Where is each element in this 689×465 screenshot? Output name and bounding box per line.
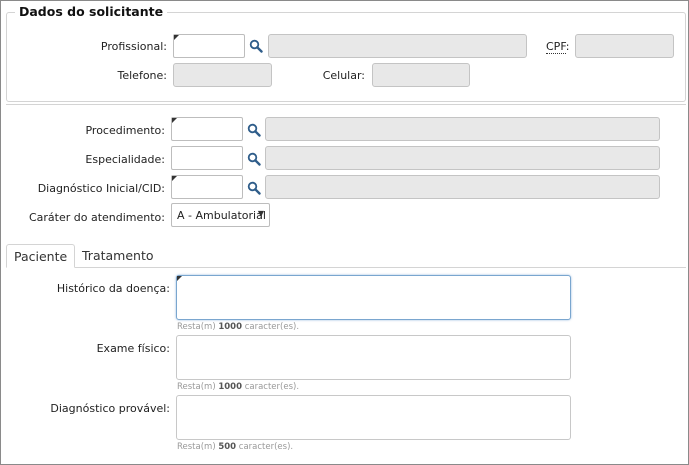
profissional-code-input[interactable] xyxy=(173,34,245,58)
exame-hint-pre: Resta(m) xyxy=(177,382,219,392)
diagnostico-provavel-label: Diagnóstico provável: xyxy=(50,402,170,415)
exame-hint-post: caracter(es). xyxy=(242,382,300,392)
diagnostico-cid-input[interactable] xyxy=(171,175,243,199)
especialidade-name-field xyxy=(265,146,660,170)
cpf-field xyxy=(575,34,674,58)
diagnostico-hint: Resta(m) 500 caracter(es). xyxy=(177,442,293,452)
celular-label: Celular: xyxy=(322,69,365,82)
diagnostico-cid-label: Diagnóstico Inicial/CID: xyxy=(37,182,165,195)
exame-textarea[interactable] xyxy=(176,335,571,380)
tab-paciente[interactable]: Paciente xyxy=(6,244,76,268)
cpf-label: CPF: xyxy=(546,40,570,54)
chevron-down-icon: ▼ xyxy=(257,209,264,218)
carater-label: Caráter do atendimento: xyxy=(28,211,165,224)
diagnostico-provavel-textarea[interactable] xyxy=(176,395,571,440)
form-window: Dados do solicitante Profissional: CPF: … xyxy=(0,0,689,465)
cpf-colon: : xyxy=(565,40,570,53)
especialidade-code-input[interactable] xyxy=(171,146,243,170)
cpf-abbr: CPF xyxy=(546,40,566,54)
historico-hint-pre: Resta(m) xyxy=(177,322,219,332)
diagnostico-hint-post: caracter(es). xyxy=(236,442,294,452)
procedimento-label: Procedimento: xyxy=(85,124,165,137)
profissional-label: Profissional: xyxy=(100,40,167,53)
diagnostico-hint-count: 500 xyxy=(218,442,237,452)
carater-selected-value: A - Ambulatorial xyxy=(177,209,266,222)
historico-label: Histórico da doença: xyxy=(56,282,170,295)
procedimento-code-input[interactable] xyxy=(171,117,243,141)
diagnostico-hint-pre: Resta(m) xyxy=(177,442,219,452)
solicitante-legend: Dados do solicitante xyxy=(15,4,168,19)
procedimento-search-icon[interactable] xyxy=(247,123,261,137)
celular-field xyxy=(372,63,470,87)
diagnostico-search-icon[interactable] xyxy=(247,181,261,195)
exame-hint-count: 1000 xyxy=(218,382,243,392)
especialidade-label: Especialidade: xyxy=(85,153,165,166)
carater-select[interactable]: A - Ambulatorial ▼ xyxy=(171,203,270,227)
section-divider xyxy=(6,104,686,105)
procedimento-name-field xyxy=(265,117,660,141)
diagnostico-cid-name-field xyxy=(265,175,660,199)
historico-hint-count: 1000 xyxy=(218,322,243,332)
profissional-search-icon[interactable] xyxy=(249,39,263,53)
telefone-label: Telefone: xyxy=(117,69,168,82)
tab-tratamento[interactable]: Tratamento xyxy=(75,244,161,268)
exame-label: Exame físico: xyxy=(96,342,170,355)
especialidade-search-icon[interactable] xyxy=(247,152,261,166)
historico-textarea[interactable] xyxy=(176,275,571,320)
historico-hint: Resta(m) 1000 caracter(es). xyxy=(177,322,299,332)
historico-hint-post: caracter(es). xyxy=(242,322,300,332)
profissional-name-field xyxy=(268,34,527,58)
exame-hint: Resta(m) 1000 caracter(es). xyxy=(177,382,299,392)
telefone-field xyxy=(173,63,272,87)
